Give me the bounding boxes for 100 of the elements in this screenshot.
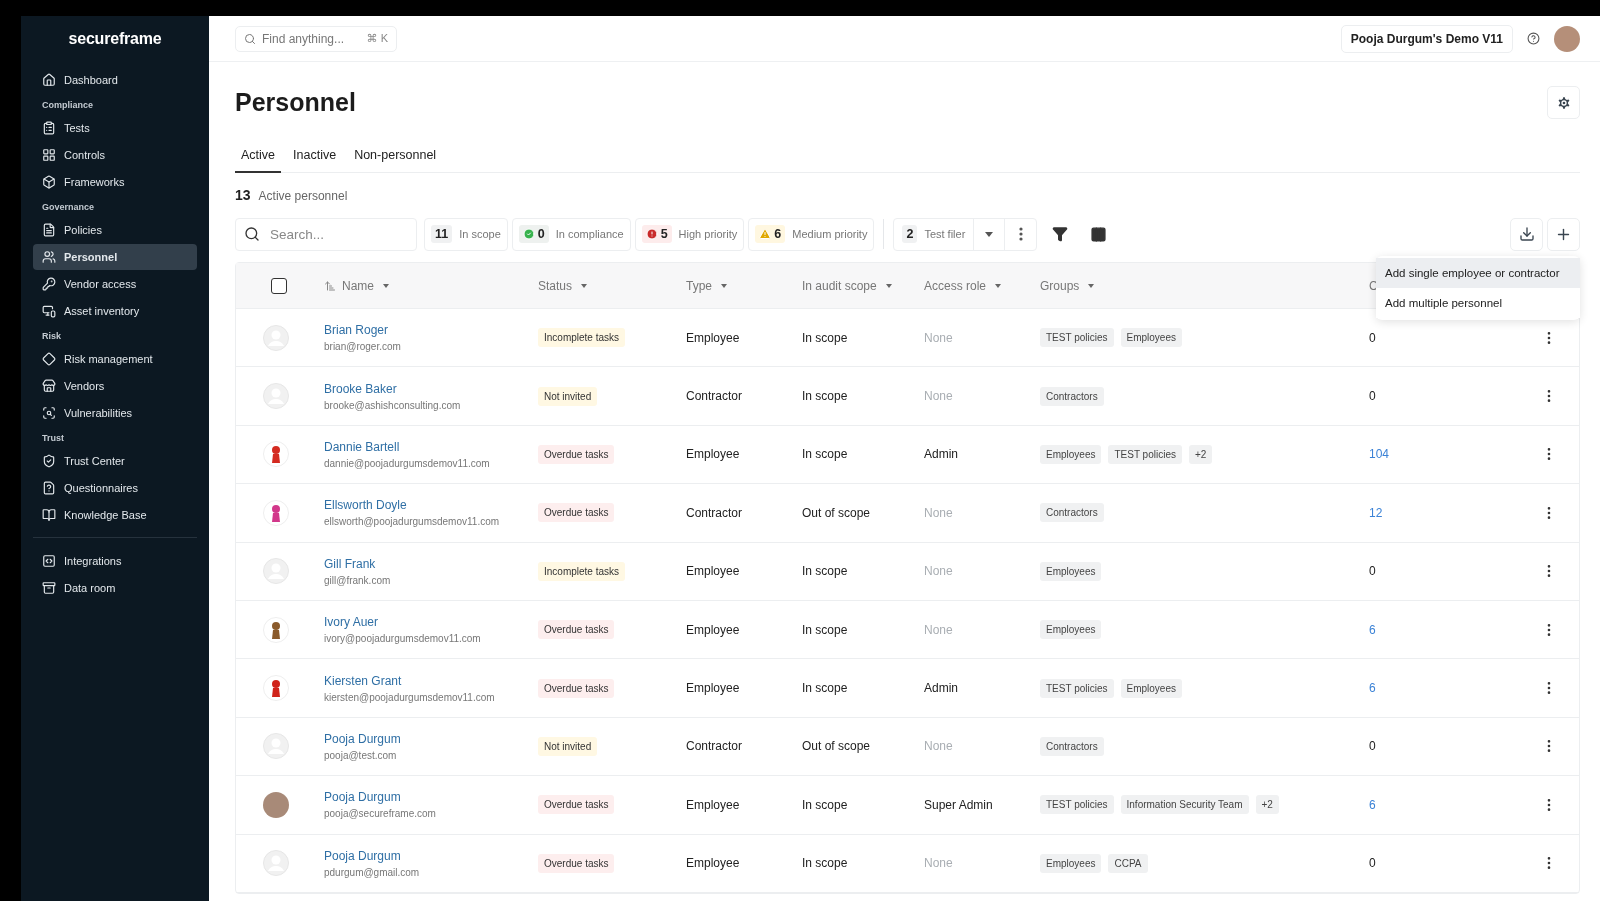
email-text: gill@frank.com: [324, 574, 392, 586]
column-header[interactable]: Name: [324, 278, 538, 293]
filter-chip[interactable]: 6 Medium priority: [748, 217, 875, 251]
group-tag: Information Security Team: [1120, 795, 1249, 815]
email-text: pooja@test.com: [324, 749, 398, 761]
sidebar-heading: Risk: [41, 330, 62, 343]
sidebar-item[interactable]: Asset inventory: [33, 298, 197, 324]
access-role-cell-text: Admin: [924, 681, 959, 696]
person-name-link[interactable]: Gill Frank: [324, 556, 538, 571]
person-name-link[interactable]: Ellsworth Doyle: [324, 498, 538, 513]
chip-label: High priority: [678, 228, 738, 240]
chip-count: 0: [537, 227, 545, 241]
status-badge: Incomplete tasks: [538, 561, 626, 581]
menu-item[interactable]: Add single employee or contractor: [1376, 258, 1580, 288]
default-avatar-icon: [263, 324, 289, 351]
person-name-link[interactable]: Dannie Bartell: [324, 439, 538, 454]
group-tag: Employees: [1040, 620, 1102, 640]
sidebar-item[interactable]: Vulnerabilities: [33, 400, 197, 426]
filter-chip[interactable]: 5 High priority: [634, 217, 745, 251]
caret-icon: [1088, 283, 1095, 288]
add-button[interactable]: [1547, 217, 1580, 251]
audit-scope-cell-text: In scope: [802, 447, 849, 462]
chip-count: 5: [660, 227, 668, 241]
saved-filter-button[interactable]: 2 Test filer: [894, 218, 975, 250]
column-label: Type: [686, 278, 712, 293]
column-header[interactable]: Access role: [924, 278, 1040, 293]
sidebar-item[interactable]: Controls: [33, 142, 197, 168]
people-icon: [42, 250, 56, 264]
photo-placeholder: [263, 791, 289, 818]
count-cell[interactable]: 104: [1369, 447, 1519, 462]
count-cell[interactable]: 6: [1369, 797, 1519, 812]
sidebar-item[interactable]: Personnel: [33, 244, 197, 270]
group-tag: +2: [1189, 444, 1213, 464]
chip-label: In scope: [459, 228, 501, 240]
sidebar-heading: Trust: [41, 432, 65, 445]
person-name-link[interactable]: Pooja Durgum: [324, 848, 538, 863]
book-icon: [42, 508, 56, 522]
sidebar-label: Risk management: [64, 353, 153, 365]
sidebar-item[interactable]: Questionnaires: [33, 475, 197, 501]
tab[interactable]: Non-personnel: [348, 141, 443, 173]
person-name-link[interactable]: Kiersten Grant: [324, 673, 538, 688]
column-header[interactable]: Type: [686, 278, 802, 293]
filter-chip[interactable]: 0 In compliance: [511, 217, 631, 251]
status-badge: Overdue tasks: [538, 444, 615, 464]
chip-label: Medium priority: [792, 228, 868, 240]
column-header[interactable]: Groups: [1040, 278, 1369, 293]
sidebar-item[interactable]: Policies: [33, 217, 197, 243]
sidebar-item[interactable]: Trust Center: [33, 448, 197, 474]
sidebar-label: Integrations: [64, 555, 122, 567]
sidebar-item[interactable]: Risk management: [33, 346, 197, 372]
person-name-link[interactable]: Pooja Durgum: [324, 790, 538, 805]
settings-button[interactable]: [1547, 86, 1580, 119]
chip-count: 2: [906, 227, 914, 241]
column-header[interactable]: In audit scope: [802, 278, 924, 293]
count-label: Active personnel: [258, 189, 348, 203]
person-name-link[interactable]: Pooja Durgum: [324, 731, 538, 746]
sidebar-item[interactable]: Tests: [33, 115, 197, 141]
person-name-link[interactable]: Brooke Baker: [324, 381, 538, 396]
workspace-button[interactable]: Pooja Durgum's Demo V11: [1340, 24, 1513, 53]
sidebar-item[interactable]: Vendors: [33, 373, 197, 399]
search-field[interactable]: Find anything... ⌘ K: [235, 25, 397, 52]
person-name-link[interactable]: Ivory Auer: [324, 615, 538, 630]
group-tag: Employees: [1040, 561, 1102, 581]
audit-scope-cell-text: In scope: [802, 389, 849, 404]
audit-scope-cell-text: Out of scope: [802, 505, 872, 520]
help-icon[interactable]: [1527, 32, 1540, 45]
menu-item[interactable]: Add multiple personnel: [1376, 288, 1580, 318]
email-text: brian@roger.com: [324, 341, 402, 353]
column-header[interactable]: Status: [538, 278, 686, 293]
audit-scope-cell-text: In scope: [802, 622, 849, 637]
count-cell[interactable]: 12: [1369, 505, 1519, 520]
sidebar-item[interactable]: Dashboard: [33, 67, 197, 93]
email-text: dannie@poojadurgumsdemov11.com: [324, 457, 491, 469]
shortcut-hint: ⌘ K: [366, 32, 388, 45]
search-field[interactable]: Search...: [235, 217, 417, 251]
user-avatar[interactable]: [1554, 25, 1580, 52]
tab[interactable]: Inactive: [287, 141, 343, 173]
column-label: Status: [538, 278, 573, 293]
sidebar-item[interactable]: Frameworks: [33, 169, 197, 195]
chip-label: In compliance: [555, 228, 624, 240]
count-cell[interactable]: 6: [1369, 681, 1519, 696]
archive-icon: [42, 581, 56, 595]
sidebar-item[interactable]: Vendor access: [33, 271, 197, 297]
alert-circle-icon: [645, 228, 658, 240]
brand-logo[interactable]: secureframe: [33, 30, 197, 48]
sidebar-item[interactable]: Integrations: [33, 548, 197, 574]
default-avatar-icon: [263, 733, 289, 760]
home-icon: [42, 73, 56, 87]
access-role-cell-text: None: [924, 564, 954, 579]
personnel-count: 13: [235, 187, 251, 203]
sidebar-item[interactable]: Data room: [33, 575, 197, 601]
count-cell[interactable]: 6: [1369, 622, 1519, 637]
sidebar-item[interactable]: Knowledge Base: [33, 502, 197, 528]
select-all-checkbox[interactable]: [271, 277, 287, 294]
download-button[interactable]: [1510, 217, 1543, 251]
filter-chip[interactable]: 11 In scope: [424, 217, 508, 251]
status-badge: Overdue tasks: [538, 678, 615, 698]
tab[interactable]: Active: [235, 141, 282, 173]
count-cell-text: 0: [1369, 739, 1377, 754]
person-name-link[interactable]: Brian Roger: [324, 323, 538, 338]
